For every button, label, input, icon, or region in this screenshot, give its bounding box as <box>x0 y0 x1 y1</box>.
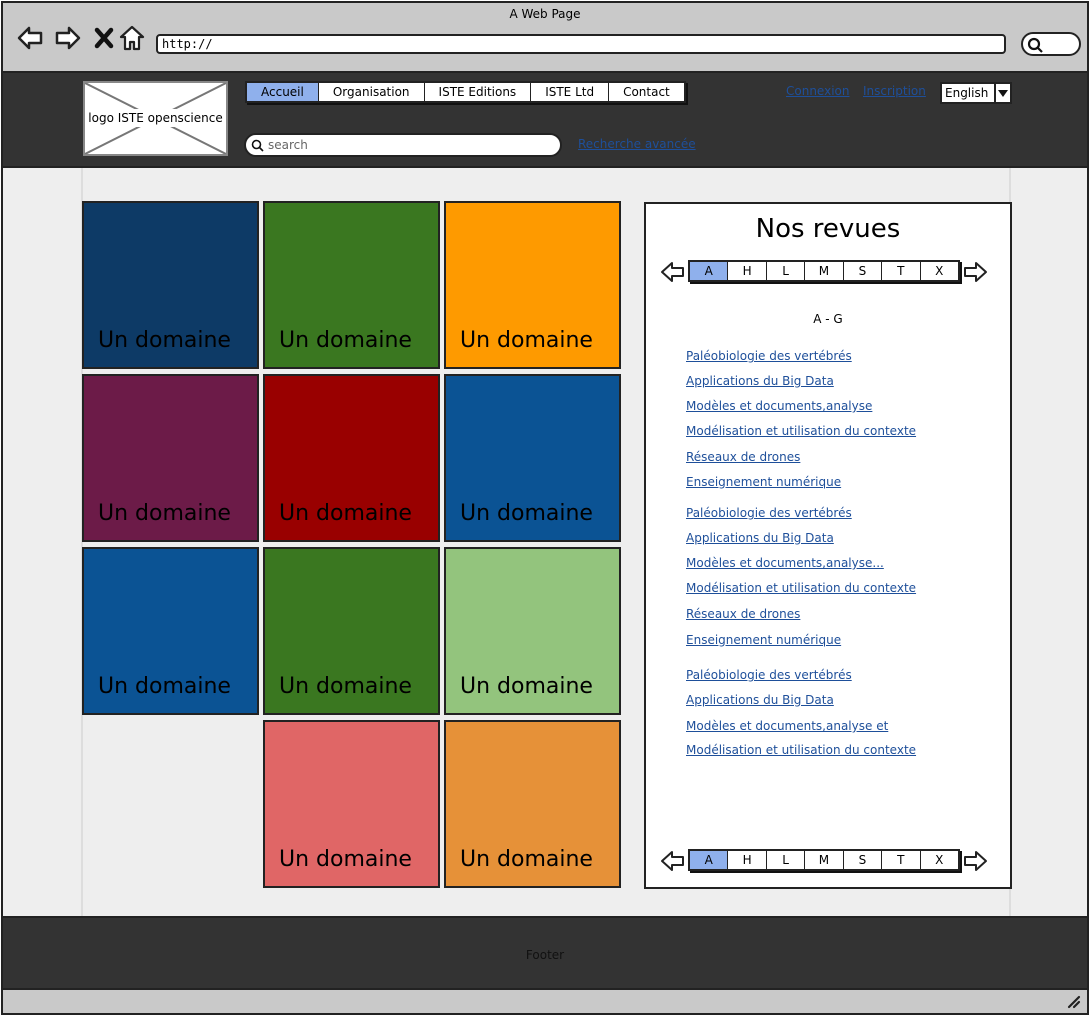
language-value: English <box>945 86 989 100</box>
letter-range-label: A - G <box>813 312 843 326</box>
site-search-input[interactable]: search <box>244 133 562 157</box>
letter-tab-l[interactable]: L <box>767 262 806 280</box>
letter-tab-x[interactable]: X <box>921 851 958 869</box>
letter-tab-m[interactable]: M <box>805 851 844 869</box>
letter-tab-l[interactable]: L <box>767 851 806 869</box>
logo-placeholder[interactable]: logo ISTE openscience <box>83 81 228 156</box>
main-menu: Accueil Organisation ISTE Editions ISTE … <box>245 81 686 103</box>
main-content: Un domaine Un domaine Un domaine Un doma… <box>3 168 1087 916</box>
domain-tile-label: Un domaine <box>460 847 593 872</box>
journal-link[interactable]: Réseaux de drones <box>686 607 800 621</box>
domain-tile-label: Un domaine <box>279 847 412 872</box>
chevron-down-icon <box>994 84 1010 102</box>
arrow-left-icon[interactable] <box>660 850 686 872</box>
menu-item-iste-editions[interactable]: ISTE Editions <box>425 83 532 101</box>
login-link[interactable]: Connexion <box>786 84 850 98</box>
letter-tab-a[interactable]: A <box>690 262 729 280</box>
letter-tab-m[interactable]: M <box>805 262 844 280</box>
status-bar <box>3 990 1087 1013</box>
domain-tile-label: Un domaine <box>279 328 412 353</box>
domain-tile-label: Un domaine <box>279 501 412 526</box>
footer-label: Footer <box>525 948 565 962</box>
search-icon <box>251 139 264 152</box>
journal-link[interactable]: Paléobiologie des vertébrés <box>686 349 852 363</box>
journal-link[interactable]: Applications du Big Data <box>686 374 834 388</box>
site-header: logo ISTE openscience Accueil Organisati… <box>3 73 1087 168</box>
panel-title: Nos revues <box>755 214 901 244</box>
journal-link[interactable]: Modèles et documents,analyse et <box>686 719 888 733</box>
letter-tab-h[interactable]: H <box>728 262 767 280</box>
browser-toolbar: A Web Page http:// <box>3 3 1087 73</box>
menu-item-accueil[interactable]: Accueil <box>247 83 319 101</box>
logo-label: logo ISTE openscience <box>85 109 226 127</box>
alphabet-pager-bottom: A H L M S T X <box>660 849 988 873</box>
journal-link[interactable]: Paléobiologie des vertébrés <box>686 506 852 520</box>
menu-item-iste-ltd[interactable]: ISTE Ltd <box>531 83 610 101</box>
arrow-left-icon[interactable] <box>660 261 686 283</box>
arrow-right-icon[interactable] <box>962 850 988 872</box>
domain-tile-label: Un domaine <box>460 328 593 353</box>
letter-tab-a[interactable]: A <box>690 851 729 869</box>
domain-tile[interactable]: Un domaine <box>82 547 259 715</box>
alphabet-bar: A H L M S T X <box>688 849 960 871</box>
journal-link[interactable]: Réseaux de drones <box>686 450 800 464</box>
letter-tab-t[interactable]: T <box>882 262 921 280</box>
domain-tile-label: Un domaine <box>279 674 412 699</box>
alphabet-bar: A H L M S T X <box>688 260 960 282</box>
journals-panel: Nos revues A H L M S T X A - G Paléobiol… <box>644 202 1012 889</box>
home-icon[interactable] <box>117 23 147 53</box>
letter-tab-t[interactable]: T <box>882 851 921 869</box>
domain-tile-label: Un domaine <box>98 674 231 699</box>
domain-tile[interactable]: Un domaine <box>444 547 621 715</box>
letter-tab-s[interactable]: S <box>844 851 883 869</box>
domain-tile[interactable]: Un domaine <box>263 374 440 542</box>
window-title: A Web Page <box>509 7 581 21</box>
domain-tile[interactable]: Un domaine <box>82 201 259 369</box>
language-select[interactable]: English <box>940 82 1012 104</box>
letter-tab-h[interactable]: H <box>728 851 767 869</box>
letter-tab-x[interactable]: X <box>921 262 958 280</box>
search-placeholder: search <box>268 138 308 152</box>
letter-tab-s[interactable]: S <box>844 262 883 280</box>
journal-link[interactable]: Enseignement numérique <box>686 475 841 489</box>
domain-tile[interactable]: Un domaine <box>82 374 259 542</box>
journal-link[interactable]: Paléobiologie des vertébrés <box>686 668 852 682</box>
domain-tile[interactable]: Un domaine <box>263 201 440 369</box>
browser-window: A Web Page http:// logo ISTE openscience… <box>1 1 1089 1015</box>
domain-tile[interactable]: Un domaine <box>444 374 621 542</box>
site-footer: Footer <box>3 916 1087 990</box>
menu-item-contact[interactable]: Contact <box>609 83 684 101</box>
domain-tile-label: Un domaine <box>98 501 231 526</box>
alphabet-pager-top: A H L M S T X <box>660 260 988 284</box>
arrow-right-icon[interactable] <box>962 261 988 283</box>
back-icon[interactable] <box>15 23 45 53</box>
browser-search-field[interactable] <box>1021 32 1081 56</box>
domain-tile[interactable]: Un domaine <box>444 720 621 888</box>
signup-link[interactable]: Inscription <box>863 84 926 98</box>
journal-link[interactable]: Modèles et documents,analyse... <box>686 556 884 570</box>
forward-icon[interactable] <box>53 23 83 53</box>
domain-tile-label: Un domaine <box>460 674 593 699</box>
domain-tile-label: Un domaine <box>98 328 231 353</box>
domain-tile[interactable]: Un domaine <box>263 547 440 715</box>
advanced-search-link[interactable]: Recherche avancée <box>578 137 696 151</box>
domain-tile[interactable]: Un domaine <box>444 201 621 369</box>
domain-tile[interactable]: Un domaine <box>263 720 440 888</box>
menu-item-organisation[interactable]: Organisation <box>319 83 425 101</box>
search-icon <box>1027 37 1043 53</box>
resize-grip-icon[interactable] <box>1067 995 1081 1009</box>
journal-link[interactable]: Modèles et documents,analyse <box>686 399 872 413</box>
journal-link[interactable]: Modélisation et utilisation du contexte <box>686 581 916 595</box>
journal-link[interactable]: Enseignement numérique <box>686 633 841 647</box>
url-field[interactable]: http:// <box>156 34 1006 54</box>
domain-tile-label: Un domaine <box>460 501 593 526</box>
journal-link[interactable]: Modélisation et utilisation du contexte <box>686 424 916 438</box>
journal-link[interactable]: Modélisation et utilisation du contexte <box>686 743 916 757</box>
stop-icon[interactable] <box>89 23 119 53</box>
journal-link[interactable]: Applications du Big Data <box>686 693 834 707</box>
journal-link[interactable]: Applications du Big Data <box>686 531 834 545</box>
